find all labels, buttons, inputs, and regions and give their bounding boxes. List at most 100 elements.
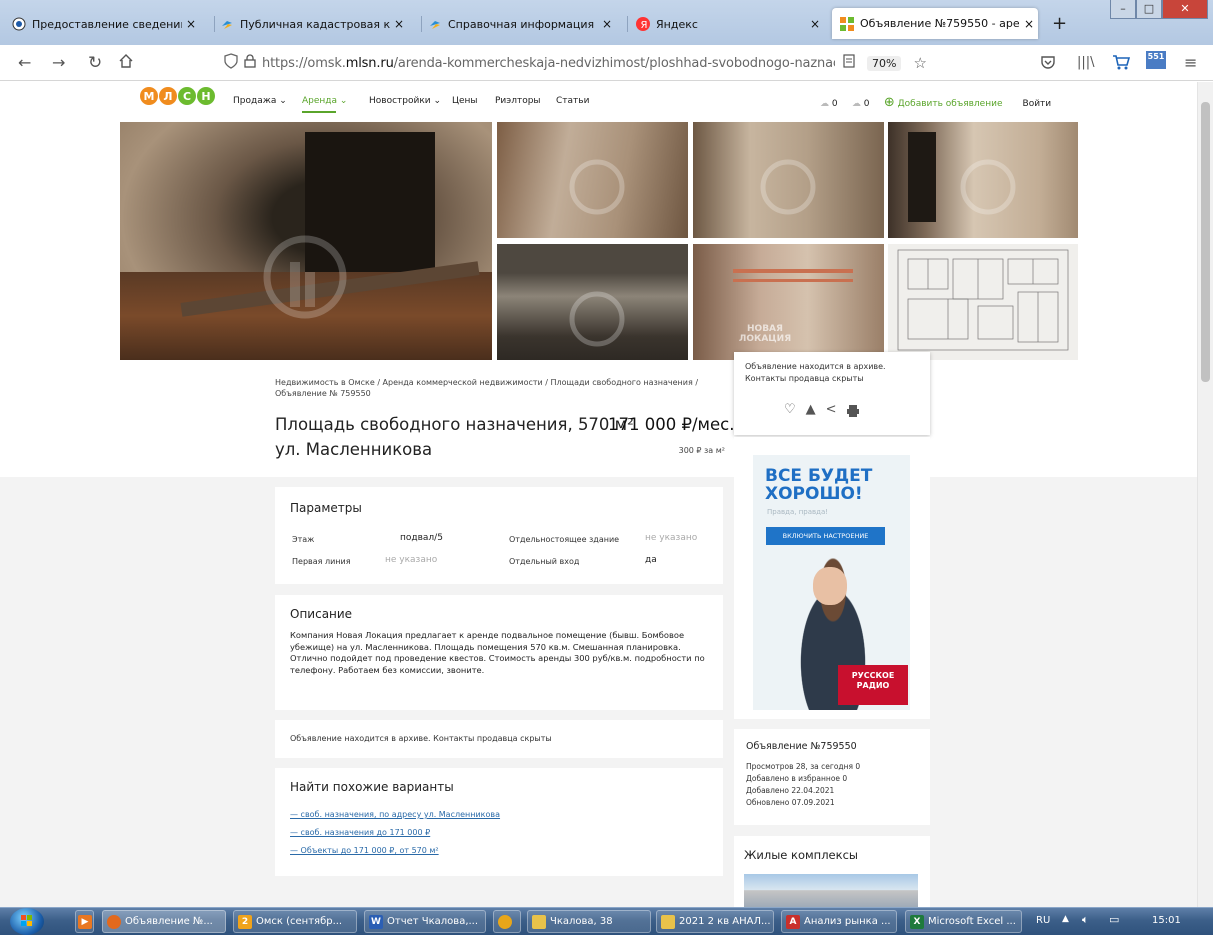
print-icon[interactable] bbox=[846, 404, 859, 420]
star-icon[interactable]: ☆ bbox=[913, 54, 926, 72]
add-listing-link[interactable]: Добавить объявление bbox=[898, 99, 1003, 109]
nav-realtors[interactable]: Риэлторы bbox=[495, 96, 541, 106]
stats-title: Объявление №759550 bbox=[746, 741, 857, 752]
close-icon[interactable]: × bbox=[394, 17, 404, 31]
excel-icon: X bbox=[910, 914, 924, 929]
listing-photo-4[interactable] bbox=[888, 122, 1078, 238]
params-card: Параметры Этаж подвал/5 Отдельностоящее … bbox=[275, 487, 723, 584]
stats-views: Просмотров 28, за сегодня 0 bbox=[746, 762, 861, 771]
nav-rent[interactable]: Аренда ⌄ bbox=[302, 96, 347, 106]
page-scrollbar[interactable] bbox=[1197, 82, 1213, 907]
taskbar-media-player[interactable]: ▶ bbox=[75, 910, 94, 933]
listing-photo-2[interactable] bbox=[497, 122, 688, 238]
ad-banner[interactable]: ВСЕ БУДЕТ ХОРОШО! Правда, правда! ВКЛЮЧИ… bbox=[753, 455, 910, 710]
nav-new-buildings[interactable]: Новостройки ⌄ bbox=[369, 96, 441, 106]
reload-icon[interactable]: ↻ bbox=[88, 53, 102, 73]
tab-cadastral-map[interactable]: Публичная кадастровая карта × bbox=[220, 9, 420, 39]
window-controls: – □ ✕ bbox=[1110, 0, 1208, 19]
watermark-icon bbox=[960, 159, 1016, 215]
similar-link-street[interactable]: — своб. назначения, по адресу ул. Маслен… bbox=[290, 810, 500, 819]
warning-icon[interactable]: ▲ bbox=[806, 403, 816, 420]
compare-count[interactable]: 0 bbox=[832, 99, 838, 109]
listing-photo-5[interactable] bbox=[497, 244, 688, 360]
nav-prices[interactable]: Цены bbox=[452, 96, 478, 106]
library-icon[interactable]: |||\ bbox=[1077, 53, 1095, 73]
plus-circle-icon[interactable]: ⊕ bbox=[884, 95, 895, 110]
description-text: Компания Новая Локация предлагает к арен… bbox=[290, 630, 705, 675]
taskbar-item-omsk[interactable]: 2 Омск (сентябр... bbox=[233, 910, 357, 933]
complexes-title: Жилые комплексы bbox=[744, 848, 858, 862]
similar-link-area[interactable]: — Объекты до 171 000 ₽, от 570 м² bbox=[290, 846, 500, 855]
yandex-browser-icon bbox=[498, 914, 512, 929]
tab-label: Объявление №759550 - арен bbox=[860, 17, 1020, 30]
close-window-button[interactable]: ✕ bbox=[1162, 0, 1208, 19]
close-icon[interactable]: × bbox=[1024, 17, 1034, 31]
close-icon[interactable]: × bbox=[810, 17, 820, 31]
new-tab-button[interactable]: + bbox=[1052, 13, 1067, 34]
forward-arrow-icon[interactable]: → bbox=[52, 53, 65, 73]
listing-photo-floorplan[interactable] bbox=[888, 244, 1078, 360]
taskbar-item-folder-chkalova[interactable]: Чкалова, 38 bbox=[527, 910, 651, 933]
nav-sale[interactable]: Продажа ⌄ bbox=[233, 96, 287, 106]
start-button[interactable] bbox=[10, 908, 44, 935]
listing-photo-6[interactable]: НОВАЯ ЛОКАЦИЯ bbox=[693, 244, 884, 360]
taskbar-item-excel[interactable]: X Microsoft Excel ... bbox=[905, 910, 1022, 933]
reader-view-icon[interactable] bbox=[843, 54, 855, 72]
taskbar-item-yandex-browser[interactable] bbox=[493, 910, 521, 933]
clock[interactable]: 15:01 bbox=[1152, 915, 1181, 926]
breadcrumb[interactable]: Недвижимость в Омске / Аренда коммерческ… bbox=[275, 377, 725, 399]
logo-letter: С bbox=[178, 87, 196, 105]
network-icon[interactable]: ▭ bbox=[1109, 913, 1119, 926]
taskbar-item-pdf[interactable]: A Анализ рынка ... bbox=[781, 910, 897, 933]
similar-link-price[interactable]: — своб. назначения до 171 000 ₽ bbox=[290, 828, 500, 837]
taskbar-item-word[interactable]: W Отчет Чкалова,... bbox=[364, 910, 486, 933]
complex-photo[interactable] bbox=[744, 874, 918, 907]
watermark-icon bbox=[263, 235, 347, 319]
listing-photo-main[interactable] bbox=[120, 122, 492, 360]
shield-icon[interactable] bbox=[224, 53, 238, 73]
volume-icon[interactable]: 🔈︎ bbox=[1082, 913, 1089, 927]
listing-photo-3[interactable] bbox=[693, 122, 884, 238]
language-indicator[interactable]: RU bbox=[1036, 915, 1050, 926]
close-icon[interactable]: × bbox=[602, 17, 612, 31]
menu-icon[interactable]: ≡ bbox=[1184, 53, 1197, 73]
tray-arrow-icon[interactable]: ▲ bbox=[1062, 914, 1069, 924]
mlsn-icon bbox=[840, 16, 854, 31]
zoom-level[interactable]: 70% bbox=[867, 55, 902, 71]
extension-badge[interactable]: 551 bbox=[1146, 51, 1166, 69]
login-link[interactable]: Войти bbox=[1023, 99, 1052, 109]
url-text[interactable]: https://omsk.mlsn.ru/arenda-kommercheska… bbox=[262, 56, 835, 71]
tab-reference-info[interactable]: Справочная информация по × bbox=[428, 9, 623, 39]
tab-rosreestr[interactable]: Предоставление сведений из × bbox=[12, 9, 212, 39]
heart-icon[interactable]: ♡ bbox=[784, 403, 796, 420]
word-icon: W bbox=[369, 914, 383, 929]
compare-icon[interactable]: ☁ bbox=[820, 99, 829, 109]
chat-icon[interactable]: ☁ bbox=[852, 99, 861, 109]
pocket-icon[interactable] bbox=[1040, 54, 1056, 76]
taskbar-item-folder-analysis[interactable]: 2021 2 кв АНАЛ... bbox=[656, 910, 774, 933]
share-icon[interactable]: < bbox=[826, 403, 837, 420]
logo-letter: Л bbox=[159, 87, 177, 105]
lock-icon[interactable] bbox=[244, 54, 256, 72]
site-logo[interactable]: М Л С Н bbox=[140, 87, 216, 105]
listing-price: 171 000 ₽/мес. bbox=[608, 415, 735, 434]
tab-label: Публичная кадастровая карта bbox=[240, 17, 390, 31]
cart-icon[interactable] bbox=[1112, 53, 1131, 76]
tab-mlsn-listing[interactable]: Объявление №759550 - арен × bbox=[832, 8, 1038, 39]
standalone-value: не указано bbox=[645, 533, 698, 543]
address-bar[interactable]: https://omsk.mlsn.ru/arenda-kommercheska… bbox=[224, 50, 982, 76]
app-icon: 2 bbox=[238, 914, 252, 929]
tab-yandex[interactable]: Я Яндекс × bbox=[636, 9, 826, 39]
taskbar-item-firefox[interactable]: Объявление №... bbox=[102, 910, 226, 933]
gear-circle-icon bbox=[12, 17, 26, 31]
favorites-count[interactable]: 0 bbox=[864, 99, 870, 109]
scrollbar-thumb[interactable] bbox=[1201, 102, 1210, 382]
first-line-value: не указано bbox=[385, 555, 438, 565]
ad-button[interactable]: ВКЛЮЧИТЬ НАСТРОЕНИЕ bbox=[766, 527, 885, 545]
back-arrow-icon[interactable]: ← bbox=[18, 53, 31, 73]
nav-articles[interactable]: Статьи bbox=[556, 96, 589, 106]
close-icon[interactable]: × bbox=[186, 17, 196, 31]
maximize-button[interactable]: □ bbox=[1136, 0, 1162, 19]
minimize-button[interactable]: – bbox=[1110, 0, 1136, 19]
home-icon[interactable] bbox=[118, 53, 134, 74]
